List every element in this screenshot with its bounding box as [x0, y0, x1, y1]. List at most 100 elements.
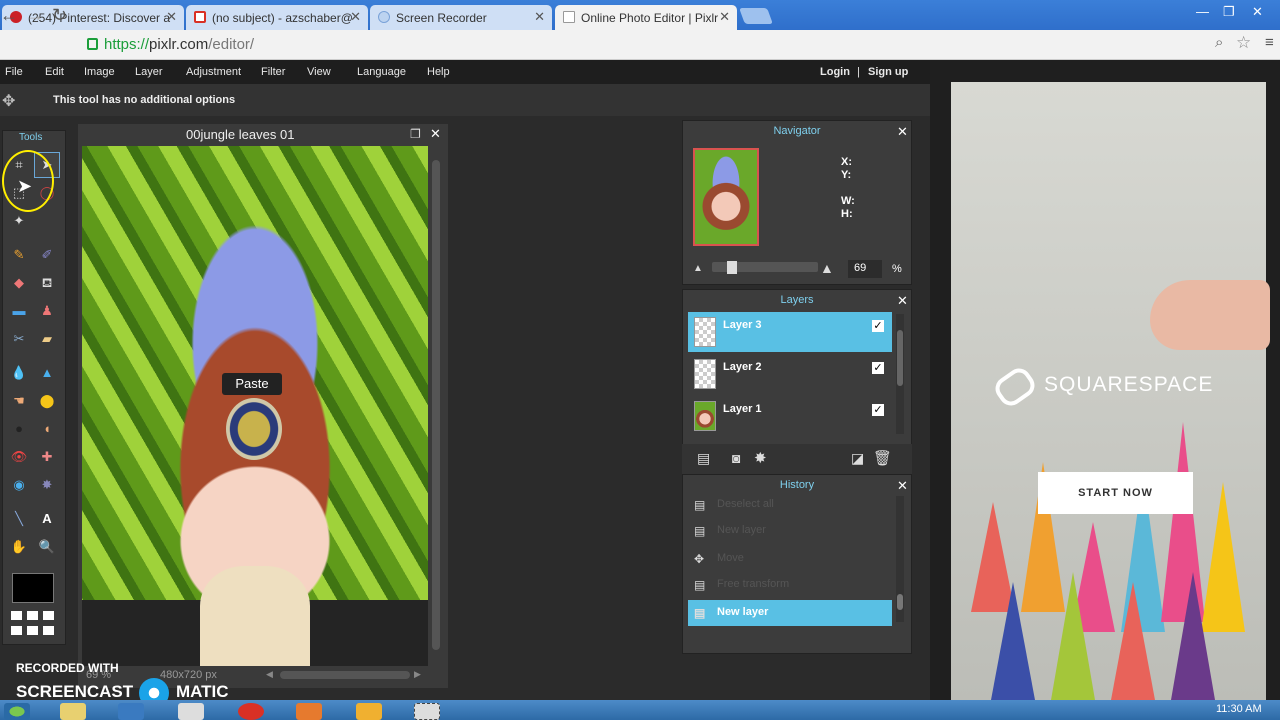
taskbar-app-icon[interactable] — [178, 703, 204, 720]
history-item[interactable]: ✥ Move — [688, 546, 892, 572]
view-grid-icon[interactable] — [27, 626, 38, 635]
powerpoint-icon[interactable] — [296, 703, 322, 720]
login-link[interactable]: Login — [820, 66, 850, 78]
color-replace-icon[interactable]: ✂ — [10, 332, 28, 346]
layer-row-layer-2[interactable]: Layer 2 ✓ — [688, 354, 892, 394]
horizontal-scrollbar[interactable] — [280, 671, 410, 679]
view-grid-icon[interactable] — [11, 626, 22, 635]
history-item[interactable]: ▤ Deselect all — [688, 492, 892, 518]
new-layer-icon[interactable]: ◪ — [851, 450, 864, 467]
dodge-tool-icon[interactable]: ◖ — [38, 422, 56, 436]
burn-tool-icon[interactable]: ● — [10, 422, 28, 436]
address-bar[interactable]: https://pixlr.com/editor/ — [84, 34, 1264, 56]
trash-icon[interactable]: 🗑 — [873, 449, 892, 467]
close-icon[interactable]: ✕ — [897, 124, 908, 140]
history-item[interactable]: ▤ New layer — [688, 518, 892, 544]
drawing-tool-icon[interactable]: ▰ — [38, 332, 56, 346]
menu-layer[interactable]: Layer — [135, 66, 163, 78]
scroll-left-icon[interactable]: ◀ — [266, 669, 273, 680]
menu-adjustment[interactable]: Adjustment — [186, 66, 241, 78]
chrome-menu-icon[interactable]: ≡ — [1265, 34, 1274, 51]
forward-arrow-icon[interactable]: → — [26, 5, 44, 26]
menu-file[interactable]: File — [5, 66, 23, 78]
history-item[interactable]: ▤ Free transform — [688, 572, 892, 598]
sponge-tool-icon[interactable]: ⬤ — [38, 394, 56, 408]
layer-settings-icon[interactable]: ▤ — [697, 450, 710, 467]
close-icon[interactable]: ✕ — [166, 9, 177, 25]
back-arrow-icon[interactable]: ← — [0, 5, 18, 26]
scroll-right-icon[interactable]: ▶ — [414, 669, 421, 680]
view-grid-icon[interactable] — [27, 611, 38, 620]
layer-row-layer-1[interactable]: Layer 1 ✓ — [688, 396, 892, 436]
paint-bucket-icon[interactable]: ⛾ — [38, 276, 56, 290]
close-icon[interactable]: ✕ — [534, 9, 545, 25]
foreground-color-swatch[interactable] — [12, 573, 54, 603]
bookmark-star-icon[interactable]: ☆ — [1236, 33, 1251, 53]
layer-visibility-checkbox[interactable]: ✓ — [872, 362, 884, 374]
taskbar-app-icon[interactable] — [238, 703, 264, 720]
text-tool-icon[interactable]: A — [38, 512, 56, 526]
layer-mask-icon[interactable]: ◙ — [732, 450, 740, 466]
new-tab-button[interactable] — [739, 8, 773, 24]
layer-styles-icon[interactable]: ✸ — [754, 449, 767, 467]
maximize-icon[interactable]: ❐ — [1223, 4, 1235, 20]
zoom-in-icon[interactable]: ▲ — [820, 260, 834, 276]
signup-link[interactable]: Sign up — [868, 66, 908, 78]
close-icon[interactable]: ✕ — [897, 478, 908, 494]
eraser-tool-icon[interactable]: ◆ — [10, 276, 28, 290]
maximize-window-icon[interactable]: ❐ — [410, 127, 421, 141]
layer-row-layer-3[interactable]: Layer 3 ✓ — [688, 312, 892, 352]
menu-filter[interactable]: Filter — [261, 66, 285, 78]
snipping-tool-icon[interactable] — [414, 703, 440, 720]
layers-scroll-thumb[interactable] — [897, 330, 903, 386]
clone-stamp-icon[interactable]: ♟ — [38, 304, 56, 318]
bloat-tool-icon[interactable]: ◉ — [10, 478, 28, 492]
taskbar-app-icon[interactable] — [118, 703, 144, 720]
brush-tool-icon[interactable]: ✐ — [38, 248, 56, 262]
zoom-value-field[interactable]: 69 — [848, 260, 882, 278]
minimize-icon[interactable]: — — [1196, 4, 1209, 19]
tab-gmail[interactable]: (no subject) - azschaber@ ✕ — [186, 5, 368, 30]
smudge-tool-icon[interactable]: ☚ — [10, 394, 28, 408]
start-button-icon[interactable] — [4, 703, 30, 720]
layer-visibility-checkbox[interactable]: ✓ — [872, 320, 884, 332]
sharpen-tool-icon[interactable]: ▲ — [38, 366, 56, 380]
reload-icon[interactable]: ↻ — [52, 5, 67, 26]
tab-pixlr[interactable]: Online Photo Editor | Pixlr ✕ — [555, 5, 737, 30]
spot-heal-icon[interactable]: ✚ — [38, 450, 56, 464]
zoom-out-icon[interactable]: ▲ — [693, 263, 703, 274]
pinch-tool-icon[interactable]: ✸ — [38, 478, 56, 492]
menu-edit[interactable]: Edit — [45, 66, 64, 78]
pasted-brooch-layer[interactable] — [226, 398, 282, 460]
vertical-scrollbar[interactable] — [432, 160, 440, 650]
history-scroll-thumb[interactable] — [897, 594, 903, 610]
menu-help[interactable]: Help — [427, 66, 450, 78]
menu-image[interactable]: Image — [84, 66, 115, 78]
color-picker-icon[interactable]: ╲ — [10, 512, 28, 526]
menu-language[interactable]: Language — [357, 66, 406, 78]
red-eye-tool-icon[interactable]: 👁 — [10, 450, 28, 464]
pencil-tool-icon[interactable]: ✎ — [10, 248, 28, 262]
gradient-tool-icon[interactable]: ▬ — [10, 304, 28, 318]
zoom-slider-handle[interactable] — [727, 261, 737, 274]
layer-visibility-checkbox[interactable]: ✓ — [872, 404, 884, 416]
close-icon[interactable]: ✕ — [719, 9, 730, 25]
magic-wand-icon[interactable]: ✦ — [10, 214, 28, 228]
zoom-search-icon[interactable]: ⌕ — [1215, 34, 1223, 51]
hand-tool-icon[interactable]: ✋ — [10, 540, 28, 554]
menu-view[interactable]: View — [307, 66, 331, 78]
zoom-tool-icon[interactable]: 🔍 — [38, 540, 56, 554]
tab-screen-recorder[interactable]: Screen Recorder ✕ — [370, 5, 552, 30]
view-grid-icon[interactable] — [11, 611, 22, 620]
blur-tool-icon[interactable]: 💧 — [10, 366, 28, 380]
close-icon[interactable]: ✕ — [897, 293, 908, 309]
window-close-icon[interactable]: ✕ — [1252, 4, 1263, 20]
close-icon[interactable]: ✕ — [350, 9, 361, 25]
navigator-thumbnail[interactable] — [693, 148, 759, 246]
explorer-icon[interactable] — [60, 703, 86, 720]
taskbar-app-icon[interactable] — [356, 703, 382, 720]
view-grid-icon[interactable] — [43, 611, 54, 620]
start-now-button[interactable]: START NOW — [1038, 472, 1193, 514]
history-item-current[interactable]: ▤ New layer — [688, 600, 892, 626]
view-grid-icon[interactable] — [43, 626, 54, 635]
